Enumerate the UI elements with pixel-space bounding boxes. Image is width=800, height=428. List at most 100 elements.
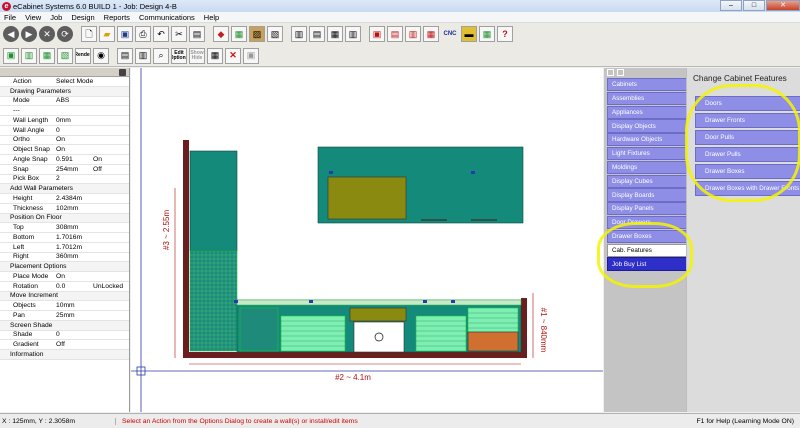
help-question-icon[interactable]: ? — [497, 26, 513, 42]
category-button[interactable]: Moldings — [607, 160, 687, 175]
category-button[interactable]: Job Buy List — [607, 257, 687, 271]
feature-button[interactable]: Drawer Boxes with Drawer Fronts — [695, 181, 800, 196]
wall-tool-icon[interactable]: ▤ — [117, 47, 133, 64]
report-detail-icon[interactable]: ▥ — [405, 26, 421, 42]
property-value[interactable]: 360mm — [56, 253, 93, 260]
property-value[interactable]: 102mm — [56, 205, 93, 212]
property-value[interactable]: ABS — [56, 97, 93, 104]
property-row[interactable]: Mode ABS — [0, 97, 129, 107]
edit-options-button[interactable]: Edit Options — [171, 47, 187, 64]
property-row[interactable]: --- — [0, 106, 129, 116]
pattern-icon[interactable]: ▧ — [267, 26, 283, 42]
feature-button[interactable]: Door Pulls — [695, 130, 800, 145]
property-value[interactable]: Off — [56, 341, 93, 348]
property-row[interactable]: Left 1.7012m — [0, 243, 129, 253]
report-list-icon[interactable]: ▤ — [387, 26, 403, 42]
property-row[interactable]: Pick Box 2 — [0, 175, 129, 185]
property-value[interactable]: On — [56, 146, 93, 153]
property-row[interactable]: Bottom 1.7016m — [0, 233, 129, 243]
property-row[interactable]: Object Snap On — [0, 145, 129, 155]
property-row[interactable]: Pan 25mm — [0, 311, 129, 321]
report-icon[interactable]: ▣ — [369, 26, 385, 42]
feature-button[interactable]: Doors — [695, 96, 800, 111]
material-swatch-icon[interactable]: ▦ — [231, 26, 247, 42]
property-value[interactable]: Select Mode — [56, 78, 93, 85]
print-icon[interactable]: ⎙ — [135, 26, 151, 42]
property-value[interactable]: 2.4384m — [56, 195, 93, 202]
plan-view-icon[interactable]: ▥ — [21, 47, 37, 64]
camera-icon[interactable]: ▣ — [243, 47, 259, 64]
maximize-button[interactable]: □ — [743, 0, 765, 11]
feature-button[interactable]: Drawer Fronts — [695, 113, 800, 128]
minimize-button[interactable]: – — [720, 0, 742, 11]
menu-reports[interactable]: Reports — [104, 13, 130, 22]
show-hide-button[interactable]: Show Hide — [189, 47, 205, 64]
category-button[interactable]: Cab. Features — [607, 243, 687, 257]
feature-button[interactable]: Drawer Boxes — [695, 164, 800, 179]
property-row[interactable]: Thickness 102mm — [0, 204, 129, 214]
property-value[interactable]: 1.7016m — [56, 234, 93, 241]
property-value[interactable]: On — [56, 136, 93, 143]
menu-file[interactable]: File — [4, 13, 16, 22]
property-value[interactable]: 308mm — [56, 224, 93, 231]
property-extra[interactable]: On — [93, 156, 129, 163]
property-row[interactable]: Place Mode On — [0, 272, 129, 282]
menu-help[interactable]: Help — [204, 13, 219, 22]
cabinet-place-icon[interactable]: ▥ — [135, 47, 151, 64]
scissors-icon[interactable]: ✂ — [171, 26, 187, 42]
category-button[interactable]: Display Panels — [607, 202, 687, 216]
close-button[interactable]: ✕ — [766, 0, 800, 11]
category-button[interactable]: Door Drawers — [607, 215, 687, 230]
property-row[interactable]: Action Select Mode — [0, 77, 129, 87]
property-row[interactable]: Rotation 0.0 UnLocked — [0, 282, 129, 292]
property-row[interactable]: Objects 10mm — [0, 301, 129, 311]
menu-communications[interactable]: Communications — [139, 13, 195, 22]
property-row[interactable]: Ortho On — [0, 136, 129, 146]
paste-icon[interactable]: ▤ — [189, 26, 205, 42]
cabinet-icon[interactable]: ▥ — [291, 26, 307, 42]
category-button[interactable]: Cabinets — [607, 78, 687, 92]
category-button[interactable]: Drawer Boxes — [607, 229, 687, 244]
machine-icon[interactable]: ▬ — [461, 26, 477, 42]
feature-button[interactable]: Drawer Pulls — [695, 147, 800, 162]
stop-icon[interactable]: ✕ — [39, 26, 55, 42]
eye-icon[interactable]: ◉ — [93, 47, 109, 64]
property-row[interactable]: Right 360mm — [0, 253, 129, 263]
category-button[interactable]: Appliances — [607, 105, 687, 119]
property-row[interactable]: Shade 0 — [0, 331, 129, 341]
report-summary-icon[interactable]: ▦ — [423, 26, 439, 42]
category-button[interactable]: Display Boards — [607, 188, 687, 202]
render-button[interactable]: Render — [75, 47, 91, 64]
property-value[interactable]: 254mm — [56, 166, 93, 173]
save-icon[interactable]: ▣ — [117, 26, 133, 42]
zoom-icon[interactable]: ⌕ — [153, 47, 169, 64]
elevation-view-icon[interactable]: ▦ — [39, 47, 55, 64]
property-extra[interactable]: Off — [93, 166, 129, 173]
3d-view-icon[interactable]: ▧ — [57, 47, 73, 64]
delete-icon[interactable]: ✕ — [225, 47, 241, 64]
category-button[interactable]: Display Cubes — [607, 174, 687, 188]
menu-job[interactable]: Job — [50, 13, 62, 22]
property-row[interactable]: Snap 254mm Off — [0, 165, 129, 175]
texture-icon[interactable]: ▨ — [249, 26, 265, 42]
property-extra[interactable]: UnLocked — [93, 283, 129, 290]
forward-arrow-icon[interactable]: ▶ — [21, 26, 37, 42]
refresh-icon[interactable]: ⟳ — [57, 26, 73, 42]
property-value[interactable]: 0.0 — [56, 283, 93, 290]
property-value[interactable]: 0 — [56, 331, 93, 338]
panel-close-icon[interactable] — [119, 69, 126, 76]
menu-view[interactable]: View — [25, 13, 41, 22]
property-value[interactable]: 2 — [56, 175, 93, 182]
cabinet-open-icon[interactable]: ▤ — [309, 26, 325, 42]
property-value[interactable]: 25mm — [56, 312, 93, 319]
paint-icon[interactable]: ◆ — [213, 26, 229, 42]
dock-icon[interactable] — [617, 69, 624, 76]
select-tool-icon[interactable]: ▣ — [3, 47, 19, 64]
back-arrow-icon[interactable]: ◀ — [3, 26, 19, 42]
property-value[interactable]: 0mm — [56, 117, 93, 124]
property-row[interactable]: Height 2.4384m — [0, 194, 129, 204]
property-row[interactable]: Wall Angle 0 — [0, 126, 129, 136]
property-row[interactable]: Top 308mm — [0, 223, 129, 233]
cabinet-grid-icon[interactable]: ▦ — [327, 26, 343, 42]
property-row[interactable]: Wall Length 0mm — [0, 116, 129, 126]
